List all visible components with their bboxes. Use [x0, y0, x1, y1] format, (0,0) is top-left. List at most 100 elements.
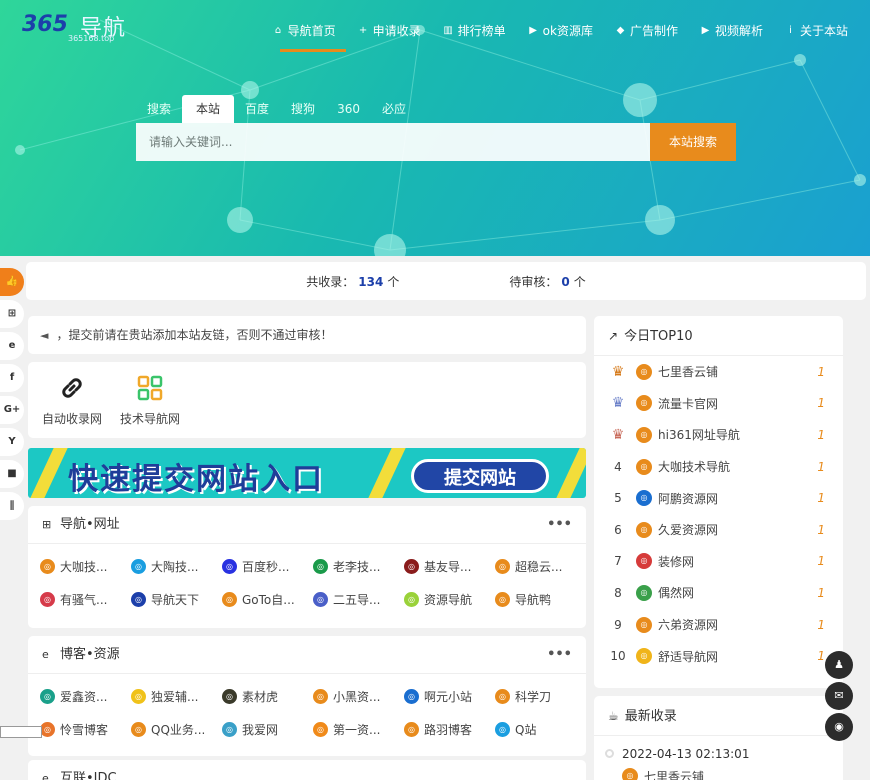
nav-item[interactable]: ⌂ 导航首页 — [273, 19, 336, 41]
site-item[interactable]: ◎ GoTo自... — [222, 583, 313, 616]
site-item[interactable]: ◎ 路羽博客 — [404, 713, 495, 746]
search-tab[interactable]: 搜狗 — [280, 95, 326, 123]
facebook-icon[interactable]: f — [0, 364, 24, 392]
banner-submit-button[interactable]: 提交网站 — [411, 459, 549, 493]
search-tab[interactable]: 360 — [326, 95, 371, 123]
search-input[interactable] — [136, 123, 650, 161]
site-item-label: 百度秒... — [242, 560, 290, 574]
site-item[interactable]: ◎ 百度秒... — [222, 550, 313, 583]
top10-row[interactable]: ♛ ◎ hi361网址导航 1 — [594, 419, 843, 451]
site-item[interactable]: ◎ 大陶技... — [131, 550, 222, 583]
windows-icon[interactable]: ⊞ — [0, 300, 24, 328]
top10-row[interactable]: 7 ◎ 装修网 1 — [594, 546, 843, 578]
wechat-icon[interactable]: ◉ — [825, 713, 853, 741]
site-item[interactable]: ◎ 导航天下 — [131, 583, 222, 616]
visit-count: 1 — [817, 522, 825, 537]
search-tab[interactable]: 搜索 — [136, 95, 182, 123]
nav-item[interactable]: + 申请收录 — [358, 19, 421, 41]
top10-row[interactable]: 6 ◎ 久爱资源网 1 — [594, 514, 843, 546]
site-item-label: 科学刀 — [515, 690, 552, 704]
site-item-label: 独爱辅... — [151, 690, 199, 704]
site-item[interactable]: ◎ 爱鑫资... — [40, 680, 131, 713]
broken-image — [0, 726, 42, 738]
site-item[interactable]: ◎ 导航鸭 — [495, 583, 586, 616]
site-item[interactable]: ◎ 素材虎 — [222, 680, 313, 713]
site-item[interactable]: ◎ 独爱辅... — [131, 680, 222, 713]
site-item[interactable]: ◎ 小黑资... — [313, 680, 404, 713]
site-item[interactable]: ◎ 有骚气... — [40, 583, 131, 616]
megaphone-icon: ◄ — [40, 329, 49, 342]
site-item[interactable]: ◎ QQ业务... — [131, 713, 222, 746]
site-favicon: ◎ — [40, 689, 55, 704]
top10-row[interactable]: 9 ◎ 六弟资源网 1 — [594, 609, 843, 641]
nav-item[interactable]: ▶ 视频解析 — [700, 19, 763, 41]
rank-number: 6 — [614, 522, 622, 537]
site-favicon: ◎ — [131, 689, 146, 704]
qq-icon[interactable]: ♟ — [825, 651, 853, 679]
ie-icon[interactable]: e — [0, 332, 24, 360]
site-item[interactable]: ◎ 基友导... — [404, 550, 495, 583]
nav-item[interactable]: ▶ ok资源库 — [528, 19, 593, 41]
like-icon[interactable]: 👍 — [0, 268, 24, 296]
rank-number: 4 — [614, 459, 622, 474]
nav-item[interactable]: i 关于本站 — [785, 19, 848, 41]
more-menu-icon[interactable]: ••• — [547, 636, 572, 674]
windows-icon: ⊞ — [42, 518, 52, 531]
search-button[interactable]: 本站搜索 — [650, 123, 736, 161]
google-plus-icon[interactable]: G+ — [0, 396, 24, 424]
top10-row[interactable]: 4 ◎ 大咖技术导航 1 — [594, 451, 843, 483]
rank-number: 10 — [610, 649, 626, 664]
top10-row[interactable]: 10 ◎ 舒适导航网 1 — [594, 640, 843, 672]
site-favicon: ◎ — [131, 559, 146, 574]
site-favicon: ◎ — [404, 559, 419, 574]
site-item[interactable]: ◎ 超稳云... — [495, 550, 586, 583]
site-item[interactable]: ◎ 二五导... — [313, 583, 404, 616]
site-logo[interactable]: 365 导航 365168.top — [22, 12, 132, 46]
banner-text: 快速提交网站入口 — [68, 462, 324, 497]
top10-row[interactable]: 8 ◎ 偶然网 1 — [594, 577, 843, 609]
site-item[interactable]: ◎ 第一资... — [313, 713, 404, 746]
site-item[interactable]: ◎ 大咖技... — [40, 550, 131, 583]
info-icon: i — [789, 24, 792, 36]
site-item[interactable]: ◎ Q站 — [495, 713, 586, 746]
mail-icon[interactable]: ✉ — [825, 682, 853, 710]
site-item[interactable]: ◎ 老李技... — [313, 550, 404, 583]
site-item[interactable]: ◎ 我爱网 — [222, 713, 313, 746]
submit-site-banner[interactable]: 快速提交网站入口 提交网站 — [28, 448, 586, 498]
top10-site-name: 装修网 — [658, 554, 695, 569]
site-item[interactable]: ◎ 资源导航 — [404, 583, 495, 616]
latest-header: ☕ 最新收录 — [594, 696, 843, 736]
nav-item[interactable]: ▥ 排行榜单 — [443, 19, 505, 41]
top10-site-name: 偶然网 — [658, 586, 695, 601]
nav-active-indicator — [280, 49, 346, 52]
site-item[interactable]: ◎ 怜雪博客 — [40, 713, 131, 746]
site-favicon: ◎ — [495, 559, 510, 574]
site-item-label: 怜雪博客 — [60, 723, 109, 737]
notice-text: ，提交前请在贵站添加本站友链，否则不通过审核！ — [56, 328, 333, 342]
search-tab[interactable]: 必应 — [371, 95, 417, 123]
site-favicon: ◎ — [636, 648, 652, 665]
quick-link-auto[interactable]: 自动收录网 — [36, 374, 108, 427]
total-stat: 共收录： 134 个 — [306, 274, 400, 289]
more-menu-icon[interactable]: ••• — [547, 506, 572, 544]
site-item[interactable]: ◎ 啊元小站 — [404, 680, 495, 713]
nav-item[interactable]: ◆ 广告制作 — [615, 19, 678, 41]
site-favicon: ◎ — [636, 363, 652, 380]
top10-row[interactable]: ♛ ◎ 七里香云铺 1 — [594, 356, 843, 388]
top10-row[interactable]: ♛ ◎ 流量卡官网 1 — [594, 388, 843, 420]
site-favicon: ◎ — [222, 559, 237, 574]
coffee-icon: ☕ — [608, 709, 619, 723]
site-favicon: ◎ — [404, 689, 419, 704]
visit-count: 1 — [817, 491, 825, 506]
top10-row[interactable]: 5 ◎ 阿鹏资源网 1 — [594, 482, 843, 514]
latest-site[interactable]: ◎ 七里香云铺 — [594, 764, 843, 780]
video-icon[interactable]: ■ — [0, 460, 24, 488]
yahoo-icon[interactable]: Y — [0, 428, 24, 456]
search-tab[interactable]: 百度 — [234, 95, 280, 123]
site-favicon: ◎ — [622, 768, 638, 780]
top10-site-name: 七里香云铺 — [658, 365, 719, 380]
site-item[interactable]: ◎ 科学刀 — [495, 680, 586, 713]
attachment-icon[interactable]: ∥ — [0, 492, 24, 520]
search-tab[interactable]: 本站 — [182, 95, 235, 123]
quick-link-tech[interactable]: 技术导航网 — [114, 374, 186, 427]
